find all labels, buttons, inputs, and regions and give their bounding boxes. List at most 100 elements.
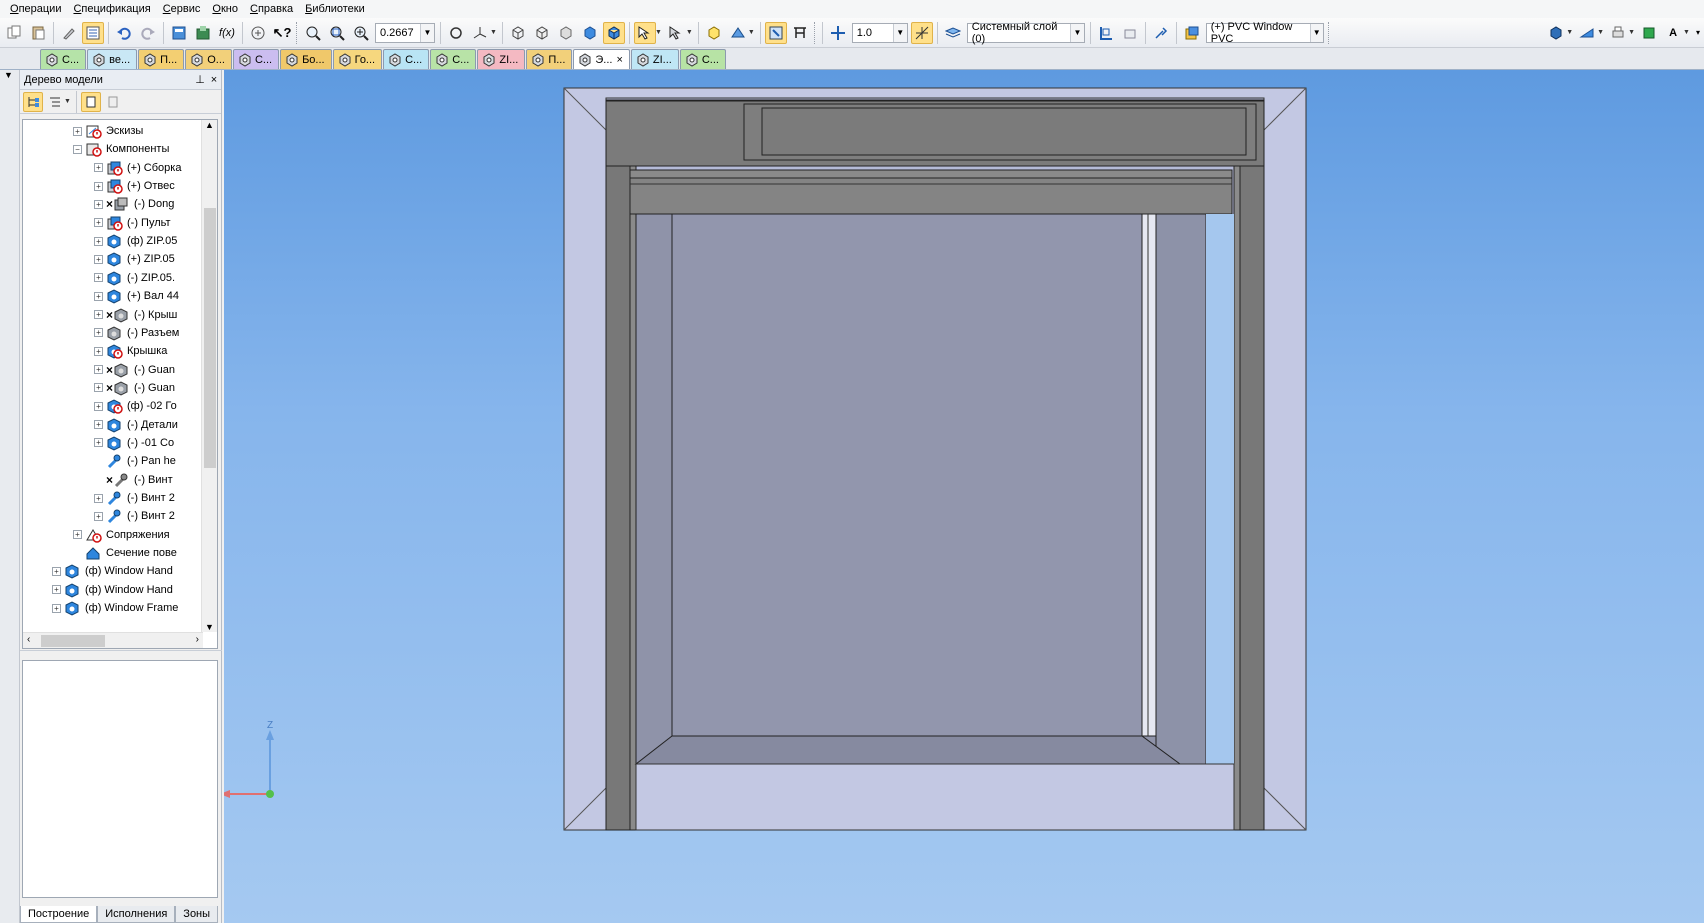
document-tab[interactable]: С... xyxy=(430,49,477,69)
select-filter-icon[interactable] xyxy=(633,21,656,44)
tree-item[interactable]: + × (-) Крыш xyxy=(23,306,203,324)
model-select[interactable]: (+) PVC Window PVC ▼ xyxy=(1205,21,1324,45)
filter-draw-icon[interactable] xyxy=(727,22,749,44)
cube-select-icon[interactable] xyxy=(703,22,725,44)
properties-brush-icon[interactable] xyxy=(58,22,80,44)
menu-window[interactable]: Окно xyxy=(206,0,244,18)
scroll-down-icon[interactable]: ▼ xyxy=(205,622,214,632)
expand-icon[interactable]: + xyxy=(94,163,103,173)
collapse-icon[interactable]: − xyxy=(73,144,82,154)
tree-item[interactable]: + Сопряжения xyxy=(23,526,203,544)
selection-set-icon[interactable] xyxy=(1150,22,1172,44)
document-tab[interactable]: П... xyxy=(138,49,185,69)
model-tree-toggle-icon[interactable] xyxy=(82,21,104,44)
expand-icon[interactable]: + xyxy=(94,365,103,375)
tree-item[interactable]: + (ф) Window Frame xyxy=(23,599,203,617)
tree-item[interactable]: × (-) Винт xyxy=(23,471,203,489)
expand-icon[interactable]: + xyxy=(94,438,103,448)
window-model[interactable] xyxy=(224,70,1704,923)
tree-item[interactable]: + × (-) Guan xyxy=(23,379,203,397)
mass-properties-icon[interactable] xyxy=(1638,22,1660,44)
layers-icon[interactable] xyxy=(942,22,964,44)
tree-item[interactable]: + (-) Пульт xyxy=(23,214,203,232)
help-cursor-icon[interactable]: ↖? xyxy=(271,22,293,44)
locate-icon[interactable] xyxy=(764,21,787,44)
zoom-scale-icon[interactable] xyxy=(350,22,372,44)
zoom-scale-field[interactable]: 0.2667 ▼ xyxy=(375,22,435,43)
expand-icon[interactable]: + xyxy=(94,310,103,319)
scroll-left-icon[interactable]: ‹ xyxy=(27,634,30,645)
tree-item[interactable]: + (+) Сборка xyxy=(23,159,203,177)
thin-lines-view-icon[interactable] xyxy=(555,22,577,44)
chevron-down-icon[interactable]: ▼ xyxy=(1309,23,1323,42)
tree-item[interactable]: + (-) -01 Co xyxy=(23,434,203,452)
document-tab[interactable]: Э... × xyxy=(573,49,630,69)
orientation-icon[interactable] xyxy=(469,22,491,44)
expand-icon[interactable]: + xyxy=(94,420,103,430)
document-tab[interactable]: С... xyxy=(383,49,430,69)
layer-select[interactable]: Системный слой (0) ▼ xyxy=(966,21,1085,45)
tree-item[interactable]: + (-) ZIP.05. xyxy=(23,269,203,287)
tree-horizontal-scrollbar[interactable]: ‹ › xyxy=(23,632,203,648)
tree-item[interactable]: + (+) Отвес xyxy=(23,177,203,195)
expand-icon[interactable]: + xyxy=(94,328,103,338)
pin-icon[interactable]: ⊥ xyxy=(193,73,207,86)
select-mode-icon[interactable] xyxy=(665,22,687,44)
scroll-thumb[interactable] xyxy=(204,208,216,468)
menu-service[interactable]: Сервис xyxy=(157,0,207,18)
shaded-view-icon[interactable] xyxy=(579,22,601,44)
undo-icon[interactable] xyxy=(113,22,135,44)
document-tab[interactable]: Бо... xyxy=(280,49,332,69)
expand-icon[interactable]: + xyxy=(94,236,103,246)
paste-icon[interactable] xyxy=(27,22,49,44)
tree-structure-icon[interactable] xyxy=(23,91,43,112)
tree-item[interactable]: + (+) ZIP.05 xyxy=(23,250,203,268)
zoom-window-icon[interactable] xyxy=(326,22,348,44)
menu-specification[interactable]: Спецификация xyxy=(67,0,156,18)
constraint-icon[interactable] xyxy=(1119,22,1141,44)
zoom-in-icon[interactable] xyxy=(302,22,324,44)
expand-icon[interactable]: + xyxy=(94,181,103,191)
tree-item[interactable]: + × (-) Guan xyxy=(23,361,203,379)
tree-item[interactable]: + (ф) Window Hand xyxy=(23,562,203,580)
chevron-down-icon[interactable]: ▼ xyxy=(420,23,434,42)
wireframe-view-icon[interactable] xyxy=(507,22,529,44)
document-tab[interactable]: С... xyxy=(40,49,87,69)
document-tab[interactable]: О... xyxy=(185,49,232,69)
measure-icon[interactable] xyxy=(247,22,269,44)
tab-zones[interactable]: Зоны xyxy=(175,906,219,923)
document-tab[interactable]: Го... xyxy=(332,49,383,69)
document-tab[interactable]: ZI... xyxy=(477,49,526,69)
tree-display-mode-icon[interactable] xyxy=(45,92,65,112)
cursor-step-field[interactable]: 1.0 ▼ xyxy=(851,22,908,43)
step-cursor-icon[interactable] xyxy=(827,22,849,44)
close-icon[interactable]: × xyxy=(616,54,622,66)
render-mode-icon[interactable] xyxy=(1545,22,1567,44)
tree-item[interactable]: + (ф) ZIP.05 xyxy=(23,232,203,250)
expand-icon[interactable]: + xyxy=(94,401,103,411)
chevron-down-icon[interactable]: ▼ xyxy=(1070,23,1084,42)
close-icon[interactable]: × xyxy=(207,74,221,86)
expand-icon[interactable]: + xyxy=(94,493,103,503)
expand-icon[interactable]: + xyxy=(94,291,103,301)
tab-build[interactable]: Построение xyxy=(20,906,98,923)
expand-icon[interactable]: + xyxy=(94,273,103,283)
copy-icon[interactable] xyxy=(3,22,25,44)
tree-item[interactable]: + Эскизы xyxy=(23,122,203,140)
expand-icon[interactable]: + xyxy=(94,218,103,228)
snap-icon[interactable] xyxy=(910,21,933,44)
expand-icon[interactable]: + xyxy=(52,603,61,613)
expand-icon[interactable]: + xyxy=(73,126,82,136)
model-viewport[interactable]: Z X xyxy=(224,70,1704,923)
tree-list-icon[interactable] xyxy=(103,92,123,112)
menu-help[interactable]: Справка xyxy=(244,0,299,18)
tree-item[interactable]: Сечение пове xyxy=(23,544,203,562)
scroll-up-icon[interactable]: ▲ xyxy=(205,120,214,130)
menu-libraries[interactable]: Библиотеки xyxy=(299,0,371,18)
tab-versions[interactable]: Исполнения xyxy=(97,906,176,923)
expand-icon[interactable]: + xyxy=(94,346,103,356)
component-icon[interactable] xyxy=(1181,22,1203,44)
tree-item[interactable]: + (-) Винт 2 xyxy=(23,507,203,525)
menu-operations[interactable]: Операции xyxy=(4,0,67,18)
document-tab[interactable]: П... xyxy=(526,49,573,69)
